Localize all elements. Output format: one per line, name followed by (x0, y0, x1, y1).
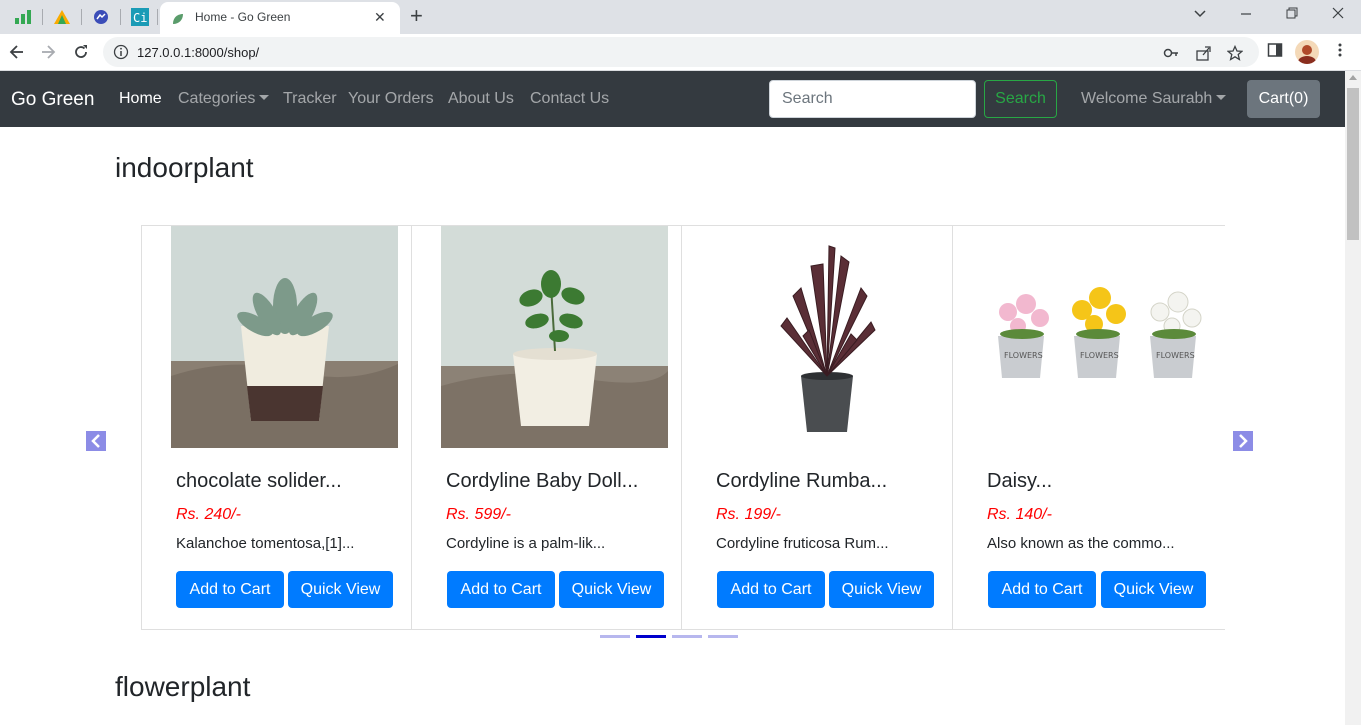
add-to-cart-button[interactable]: Add to Cart (447, 571, 555, 608)
pinned-tab-analytics[interactable] (10, 6, 36, 28)
minimize-icon[interactable] (1239, 6, 1253, 25)
carousel-indicator[interactable] (672, 635, 702, 638)
product-description: Cordyline fruticosa Rum... (716, 535, 889, 552)
tab-separator (42, 9, 43, 25)
reload-icon[interactable] (71, 42, 91, 62)
nav-categories[interactable]: Categories (178, 90, 270, 108)
pinned-tab-ci[interactable]: Ci (127, 6, 153, 28)
svg-text:Ci: Ci (133, 11, 147, 25)
product-image[interactable] (441, 226, 668, 448)
chevron-left-icon (91, 434, 100, 448)
carousel-prev-button[interactable] (86, 431, 106, 451)
back-icon[interactable] (7, 42, 27, 62)
section-title-flowerplant: flowerplant (115, 671, 251, 702)
url-text: 127.0.0.1:8000/shop/ (137, 45, 260, 60)
nav-tracker[interactable]: Tracker (283, 90, 337, 108)
site-navbar: Go Green Home Categories Tracker Your Or… (0, 71, 1345, 127)
page-viewport: Go Green Home Categories Tracker Your Or… (0, 71, 1345, 725)
share-icon[interactable] (1195, 45, 1211, 61)
side-panel-icon[interactable] (1267, 42, 1283, 58)
svg-text:FLOWERS: FLOWERS (1080, 351, 1119, 360)
product-price: Rs. 240/- (176, 506, 241, 523)
product-description: Kalanchoe tomentosa,[1]... (176, 535, 355, 552)
product-card: chocolate solider... Rs. 240/- Kalanchoe… (141, 226, 411, 629)
user-menu[interactable]: Welcome Saurabh (1081, 90, 1227, 108)
caret-down-icon (1216, 95, 1227, 100)
search-button[interactable]: Search (984, 80, 1057, 118)
quick-view-button[interactable]: Quick View (1101, 571, 1206, 608)
add-to-cart-button[interactable]: Add to Cart (717, 571, 825, 608)
pinned-tab-ads[interactable] (49, 6, 75, 28)
section-title-indoorplant: indoorplant (115, 152, 254, 183)
cart-button[interactable]: Cart(0) (1247, 80, 1320, 118)
address-bar[interactable]: 127.0.0.1:8000/shop/ (103, 37, 1259, 67)
product-name: Cordyline Baby Doll... (446, 470, 639, 492)
tab-separator (81, 9, 82, 25)
nav-your-orders[interactable]: Your Orders (348, 90, 434, 108)
add-to-cart-button[interactable]: Add to Cart (176, 571, 284, 608)
brand-logo[interactable]: Go Green (11, 89, 94, 111)
quick-view-button[interactable]: Quick View (829, 571, 934, 608)
carousel-indicator[interactable] (600, 635, 630, 638)
page-scrollbar[interactable] (1345, 71, 1361, 725)
nav-home[interactable]: Home (119, 90, 162, 108)
svg-text:FLOWERS: FLOWERS (1156, 351, 1195, 360)
carousel-indicators (600, 635, 738, 638)
carousel-indicator-active[interactable] (636, 635, 666, 638)
product-image[interactable] (171, 226, 398, 448)
product-name: chocolate solider... (176, 470, 342, 492)
svg-text:FLOWERS: FLOWERS (1004, 351, 1043, 360)
close-window-icon[interactable] (1331, 6, 1345, 25)
quick-view-button[interactable]: Quick View (559, 571, 664, 608)
leaf-favicon-icon (173, 14, 183, 24)
product-card: FLOWERS FLOWERS FLOWERS Daisy... Rs. 140/-… (952, 226, 1225, 629)
nav-contact-us[interactable]: Contact Us (530, 90, 609, 108)
carousel-indicator[interactable] (708, 635, 738, 638)
add-to-cart-button[interactable]: Add to Cart (988, 571, 1096, 608)
bookmark-star-icon[interactable] (1227, 45, 1243, 61)
messenger-icon (94, 10, 108, 24)
triangle-logo-icon (54, 10, 70, 24)
welcome-label: Welcome Saurabh (1081, 90, 1213, 107)
product-image[interactable]: FLOWERS FLOWERS FLOWERS (982, 226, 1209, 448)
product-description: Cordyline is a palm-lik... (446, 535, 606, 552)
browser-tab-bar: Ci Home - Go Green ✕ + (0, 0, 1361, 34)
scroll-up-icon[interactable] (1349, 75, 1357, 80)
new-tab-icon[interactable]: + (410, 3, 423, 29)
product-card: Cordyline Rumba... Rs. 199/- Cordyline f… (681, 226, 952, 629)
forward-icon[interactable] (38, 42, 58, 62)
tab-search-icon[interactable] (1193, 6, 1207, 25)
ci-logo-icon: Ci (131, 8, 149, 26)
more-menu-icon[interactable] (1332, 42, 1348, 58)
chevron-right-icon (1239, 434, 1248, 448)
product-image[interactable] (711, 226, 938, 448)
search-input[interactable] (769, 80, 976, 118)
tab-separator (157, 9, 158, 25)
carousel-next-button[interactable] (1233, 431, 1253, 451)
product-card: Cordyline Baby Doll... Rs. 599/- Cordyli… (411, 226, 681, 629)
scrollbar-thumb[interactable] (1347, 88, 1359, 240)
close-tab-icon[interactable]: ✕ (374, 9, 386, 26)
browser-toolbar: 127.0.0.1:8000/shop/ (0, 34, 1361, 71)
bar-chart-icon (15, 10, 31, 24)
nav-about-us[interactable]: About Us (448, 90, 514, 108)
nav-categories-label: Categories (178, 90, 256, 107)
key-icon[interactable] (1163, 45, 1179, 61)
product-price: Rs. 140/- (987, 506, 1052, 523)
product-carousel: chocolate solider... Rs. 240/- Kalanchoe… (141, 225, 1225, 630)
pinned-tab-messenger[interactable] (88, 6, 114, 28)
active-tab[interactable]: Home - Go Green ✕ (160, 2, 400, 34)
caret-down-icon (259, 95, 270, 100)
tab-title: Home - Go Green (195, 10, 291, 24)
product-price: Rs. 199/- (716, 506, 781, 523)
product-description: Also known as the commo... (987, 535, 1175, 552)
restore-icon[interactable] (1285, 6, 1299, 25)
product-name: Cordyline Rumba... (716, 470, 888, 492)
site-info-icon[interactable] (113, 44, 129, 60)
product-price: Rs. 599/- (446, 506, 511, 523)
quick-view-button[interactable]: Quick View (288, 571, 393, 608)
profile-avatar[interactable] (1295, 40, 1319, 64)
tab-separator (120, 9, 121, 25)
product-name: Daisy... (987, 470, 1053, 492)
